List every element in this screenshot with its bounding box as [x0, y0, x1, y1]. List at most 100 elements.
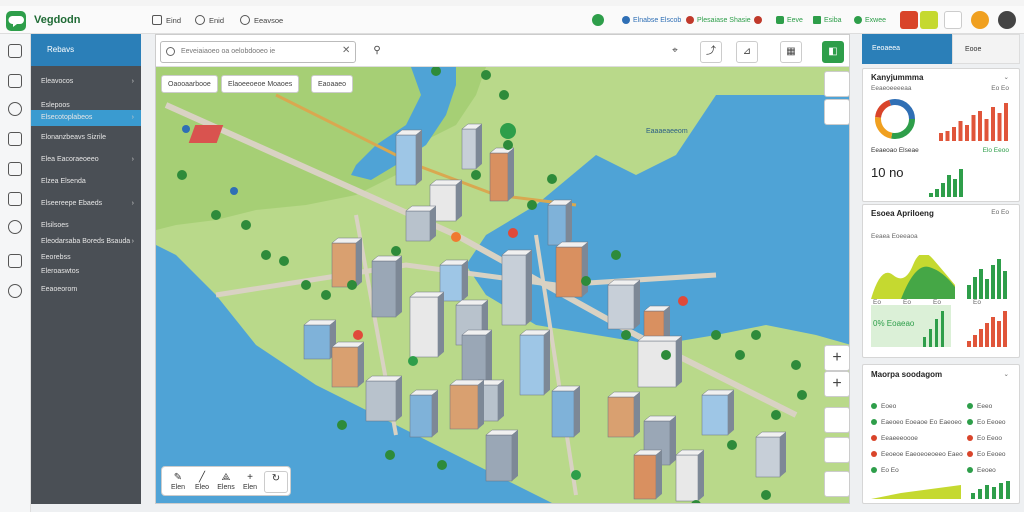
cursor-tool-button[interactable]: ⌖ [664, 41, 686, 63]
alert-button[interactable] [900, 11, 918, 29]
location-marker-icon[interactable] [408, 356, 418, 366]
logo-icon [8, 16, 24, 27]
header-menu-label: Eind [166, 15, 182, 25]
building [409, 291, 445, 358]
sidebar-item[interactable]: Elsilsoes [31, 218, 141, 234]
filter-chip-3[interactable]: Eaoaaeo [311, 75, 354, 93]
clock-icon[interactable] [8, 220, 22, 234]
building [551, 385, 581, 438]
location-marker-icon[interactable] [353, 330, 363, 340]
menu-icon[interactable] [8, 44, 22, 58]
filter-chip-1[interactable]: Oaooaarbooe [161, 75, 218, 93]
location-marker-icon[interactable] [571, 470, 581, 480]
ruler-tool-button[interactable]: ⊿ [736, 41, 758, 63]
location-marker-icon[interactable] [500, 123, 516, 139]
sidebar-item[interactable]: Eleavocos › [31, 74, 141, 90]
profile-avatar[interactable] [971, 11, 989, 29]
zoom-in-secondary-button[interactable]: + [824, 371, 849, 397]
location-marker-icon[interactable] [230, 187, 238, 195]
filter-chip-2[interactable]: Elaoeeoeoe Moaoes [221, 75, 300, 93]
location-marker-icon[interactable] [678, 296, 688, 306]
header-menu-find[interactable]: Eind [152, 13, 181, 27]
search-icon [166, 47, 175, 56]
sidebar-item[interactable]: Elonanzbeavs Sizrile [31, 130, 141, 146]
line-tool[interactable]: ╱ Eleo [190, 471, 214, 493]
chart-icon[interactable] [8, 192, 22, 206]
sidebar-item[interactable]: Elzea Elsenda [31, 174, 141, 190]
map-view[interactable]: Eaaaeaeeom Eeveiaiaoeo oa oelobdooeo ie … [155, 34, 850, 504]
add-tool[interactable]: + Elen [238, 471, 262, 493]
sidebar-header[interactable]: Rebavs [31, 34, 141, 66]
sidebar-item[interactable]: Elseereepe Ebaeds › [31, 196, 141, 212]
zoom-in-button[interactable]: + [824, 345, 849, 371]
tab-overview[interactable]: Eeoaeea [862, 34, 952, 64]
header-menu-settings[interactable]: Eeavsoe [240, 13, 283, 27]
card-title: Esoea Apriloeng [871, 209, 934, 218]
bar [973, 277, 977, 299]
pen-tool[interactable]: ✎ Elen [166, 471, 190, 493]
sidebar-item-label: Eeorebss [41, 254, 71, 261]
tree [711, 330, 721, 340]
status-item-1[interactable]: Elnabse Elscob [622, 14, 681, 26]
search-input[interactable]: Eeveiaiaoeo oa oelobdooeo ie [160, 41, 356, 63]
status-item-3[interactable]: Eeve [776, 14, 803, 26]
shape-tool[interactable]: ⟁ Elens [214, 471, 238, 493]
sidebar-item[interactable]: Eleodarsaba Boreds Bsauda › [31, 234, 141, 250]
chevron-down-icon[interactable]: ⌄ [1004, 370, 1009, 378]
chevron-right-icon: › [131, 200, 134, 207]
sidebar-item[interactable]: Elsecotoplabeos › [31, 110, 141, 126]
home-icon[interactable] [8, 132, 22, 146]
layers-toggle-button[interactable] [824, 99, 849, 125]
bar [971, 493, 975, 499]
bar [959, 169, 963, 197]
location-pin-button[interactable] [824, 407, 849, 433]
status-item-2[interactable]: Plesaiase Shasie [686, 14, 762, 26]
settings-icon[interactable] [8, 284, 22, 298]
sidebar-item[interactable]: Elea Eacoraeoeeo › [31, 152, 141, 168]
user-menu-button[interactable] [998, 11, 1016, 29]
legend-label: Eeaeeeoooe [881, 435, 918, 442]
locate-button[interactable] [824, 71, 849, 97]
line-icon: ╱ [198, 472, 206, 483]
sidebar-item[interactable]: Eeaoeorom [31, 282, 141, 298]
help-button[interactable] [944, 11, 962, 29]
compass-button[interactable] [824, 437, 849, 463]
grid-tool-button[interactable]: ▦ [780, 41, 802, 63]
tree [301, 280, 311, 290]
search-button[interactable]: ⚲ [366, 41, 388, 63]
location-marker-icon[interactable] [182, 125, 190, 133]
draw-button[interactable] [824, 471, 849, 497]
pen-icon: ✎ [173, 472, 183, 483]
sidebar-item[interactable]: Eleroaswtos [31, 264, 141, 280]
bar [979, 269, 983, 299]
alert-dot-icon [753, 16, 762, 24]
layers-button[interactable]: ◧ [822, 41, 844, 63]
status-item-5[interactable]: Exwee [854, 14, 886, 26]
status-item-4[interactable]: Esiba [813, 14, 842, 26]
document-icon[interactable] [8, 162, 22, 176]
calendar-icon[interactable] [8, 254, 22, 268]
tree [761, 490, 771, 500]
legend-dot-icon [871, 435, 877, 442]
building [485, 429, 519, 482]
shield-icon[interactable] [592, 14, 604, 26]
stat-label: Eeaeoao Elseae [871, 147, 919, 154]
tree [385, 450, 395, 460]
tool-label: Elen [170, 484, 185, 491]
tab-details[interactable]: Eooe [952, 34, 1020, 64]
user-icon [854, 16, 862, 24]
bar [953, 179, 957, 197]
location-marker-icon[interactable] [451, 232, 461, 242]
tool-label: Eleo [194, 484, 209, 491]
refresh-tool[interactable]: ↻ [264, 471, 288, 493]
tree [431, 66, 441, 76]
header-menu-edit[interactable]: Enid [195, 13, 224, 27]
chart-tool-button[interactable]: ⤴ [700, 41, 722, 63]
location-marker-icon[interactable] [508, 228, 518, 238]
layers-icon[interactable] [8, 74, 22, 88]
notification-button[interactable] [920, 11, 938, 29]
chevron-down-icon[interactable]: ⌄ [1004, 73, 1009, 81]
search-icon[interactable] [8, 102, 22, 116]
map-canvas[interactable]: Eaaaeaeeom [156, 35, 850, 504]
close-icon[interactable]: ✕ [342, 45, 350, 56]
